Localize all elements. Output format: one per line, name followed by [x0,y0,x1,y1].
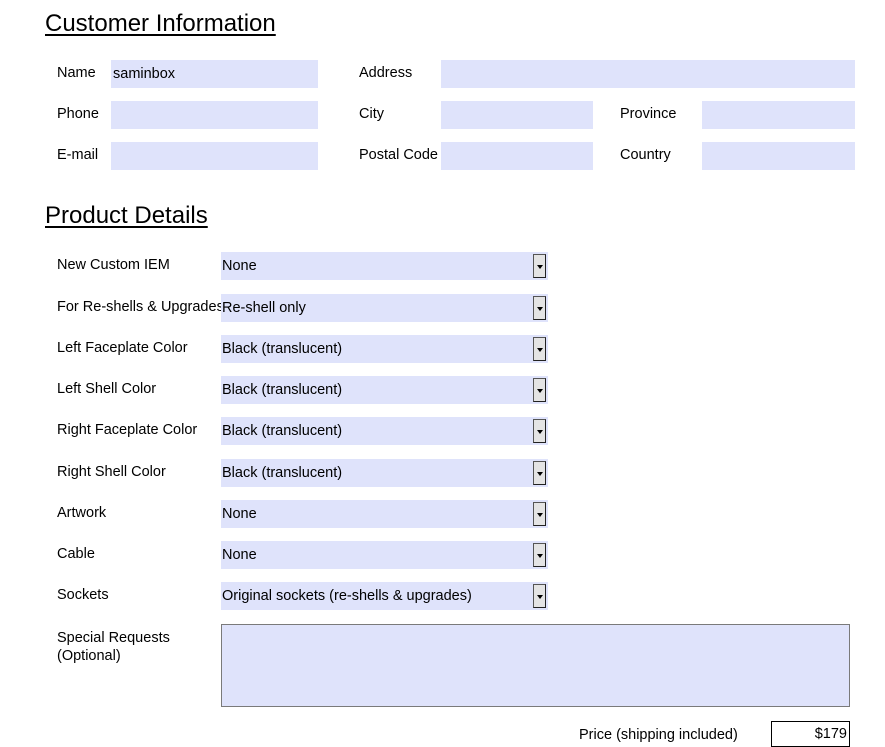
left-shell-color-select[interactable]: Black (translucent) [221,376,548,404]
email-label: E-mail [57,147,99,163]
name-label: Name [57,65,96,81]
province-label: Province [620,106,677,122]
right-faceplate-color-label: Right Faceplate Color [57,422,198,438]
name-field[interactable]: saminbox [111,60,318,88]
address-label: Address [359,65,413,81]
product-details-heading: Product Details [45,202,208,229]
new-custom-iem-label: New Custom IEM [57,257,170,273]
price-label: Price (shipping included) [579,727,738,743]
price-field: $179 [771,721,850,747]
sockets-value: Original sockets (re-shells & upgrades) [222,588,472,604]
artwork-value: None [222,506,257,522]
dropdown-arrow-icon[interactable] [533,254,546,278]
dropdown-arrow-icon[interactable] [533,543,546,567]
dropdown-arrow-icon[interactable] [533,337,546,361]
customer-info-heading: Customer Information [45,10,276,37]
dropdown-arrow-icon[interactable] [533,296,546,320]
left-shell-color-label: Left Shell Color [57,381,157,397]
right-shell-color-label: Right Shell Color [57,464,166,480]
postal-code-field[interactable] [441,142,593,170]
dropdown-arrow-icon[interactable] [533,419,546,443]
artwork-select[interactable]: None [221,500,548,528]
reshell-upgrades-label: For Re-shells & Upgrades [57,299,224,315]
new-custom-iem-select[interactable]: None [221,252,548,280]
left-shell-color-value: Black (translucent) [222,382,343,398]
left-faceplate-color-label: Left Faceplate Color [57,340,188,356]
sockets-select[interactable]: Original sockets (re-shells & upgrades) [221,582,548,610]
country-label: Country [620,147,671,163]
right-shell-color-value: Black (translucent) [222,465,343,481]
dropdown-arrow-icon[interactable] [533,584,546,608]
postal-code-label: Postal Code [359,147,438,163]
special-requests-optional-label: (Optional) [57,648,121,664]
right-faceplate-color-value: Black (translucent) [222,423,343,439]
cable-value: None [222,547,257,563]
left-faceplate-color-value: Black (translucent) [222,341,343,357]
left-faceplate-color-select[interactable]: Black (translucent) [221,335,548,363]
dropdown-arrow-icon[interactable] [533,502,546,526]
special-requests-textarea[interactable] [221,624,850,707]
right-faceplate-color-select[interactable]: Black (translucent) [221,417,548,445]
phone-field[interactable] [111,101,318,129]
cable-label: Cable [57,546,95,562]
reshell-upgrades-select[interactable]: Re-shell only [221,294,548,322]
sockets-label: Sockets [57,587,109,603]
dropdown-arrow-icon[interactable] [533,378,546,402]
email-field[interactable] [111,142,318,170]
address-field[interactable] [441,60,855,88]
cable-select[interactable]: None [221,541,548,569]
right-shell-color-select[interactable]: Black (translucent) [221,459,548,487]
dropdown-arrow-icon[interactable] [533,461,546,485]
special-requests-label: Special Requests [57,630,170,646]
artwork-label: Artwork [57,505,107,521]
phone-label: Phone [57,106,99,122]
city-label: City [359,106,384,122]
city-field[interactable] [441,101,593,129]
province-field[interactable] [702,101,855,129]
new-custom-iem-value: None [222,258,257,274]
reshell-upgrades-value: Re-shell only [222,300,306,316]
country-field[interactable] [702,142,855,170]
